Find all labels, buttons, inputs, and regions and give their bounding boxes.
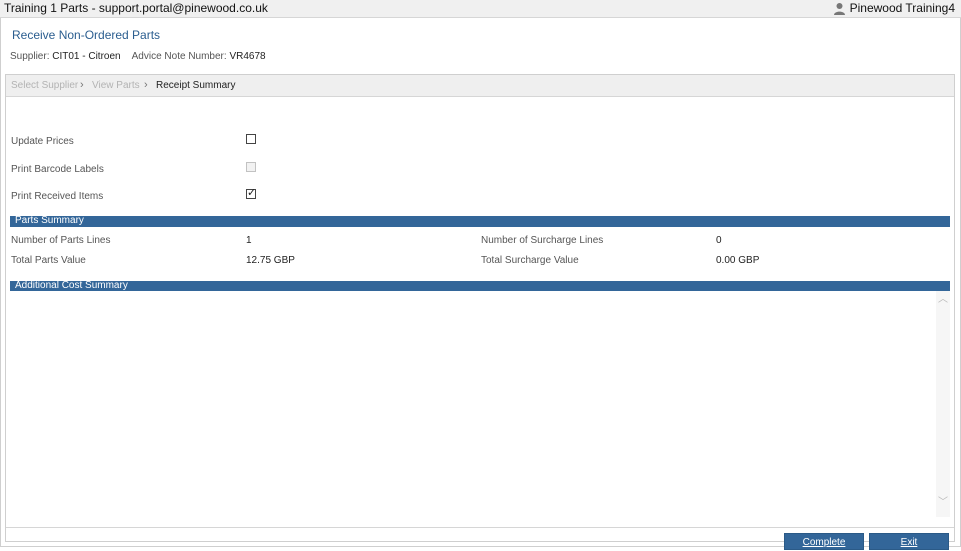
print-received-items-checkbox[interactable]: ✓ (246, 187, 257, 199)
update-prices-checkbox[interactable] (246, 134, 256, 144)
total-surcharge-value-value: 0.00 GBP (716, 255, 760, 266)
main-frame: Receive Non-Ordered Parts Supplier: CIT0… (0, 18, 961, 550)
advice-note-value: VR4678 (229, 51, 266, 62)
page-meta: Supplier: CIT01 - Citroen Advice Note Nu… (10, 51, 266, 62)
checkmark-icon: ✓ (247, 187, 257, 199)
total-surcharge-value-label: Total Surcharge Value (481, 255, 579, 266)
breadcrumb: Select Supplier › View Parts › Receipt S… (6, 75, 954, 97)
action-footer: Complete Exit (6, 527, 954, 550)
num-surcharge-lines-label: Number of Surcharge Lines (481, 235, 604, 246)
additional-cost-summary-title: Additional Cost Summary (15, 280, 128, 291)
user-name: Pinewood Training4 (849, 1, 955, 15)
window-title: Training 1 Parts - support.portal@pinewo… (4, 1, 268, 15)
additional-cost-list: ︿ ﹀ (10, 291, 950, 517)
chevron-right-icon: › (144, 79, 148, 91)
total-parts-value-label: Total Parts Value (11, 255, 86, 266)
chevron-up-icon[interactable]: ︿ (937, 294, 949, 306)
window-titlebar: Training 1 Parts - support.portal@pinewo… (0, 0, 961, 18)
total-parts-value-value: 12.75 GBP (246, 255, 295, 266)
breadcrumb-view-parts[interactable]: View Parts (92, 80, 140, 91)
parts-summary-header: Parts Summary (10, 215, 950, 227)
breadcrumb-receipt-summary: Receipt Summary (156, 80, 236, 91)
num-parts-lines-label: Number of Parts Lines (11, 235, 111, 246)
print-barcode-labels-label: Print Barcode Labels (11, 164, 104, 175)
num-surcharge-lines-value: 0 (716, 235, 722, 246)
parts-summary-title: Parts Summary (15, 215, 84, 226)
page-title: Receive Non-Ordered Parts (12, 28, 161, 42)
print-received-items-label: Print Received Items (11, 191, 104, 202)
supplier-label: Supplier: (10, 51, 50, 62)
advice-note-label: Advice Note Number: (131, 51, 227, 62)
user-menu[interactable]: Pinewood Training4 (833, 1, 955, 15)
update-prices-label: Update Prices (11, 136, 74, 147)
vertical-scrollbar[interactable]: ︿ ﹀ (936, 291, 950, 517)
breadcrumb-select-supplier[interactable]: Select Supplier (11, 80, 78, 91)
exit-button[interactable]: Exit (869, 533, 949, 550)
chevron-down-icon[interactable]: ﹀ (937, 497, 949, 509)
supplier-value: CIT01 - Citroen (52, 51, 121, 62)
num-parts-lines-value: 1 (246, 235, 252, 246)
print-barcode-labels-checkbox[interactable] (246, 162, 256, 172)
chevron-right-icon: › (80, 79, 84, 91)
content-panel: Select Supplier › View Parts › Receipt S… (5, 74, 955, 550)
user-icon (833, 2, 845, 15)
complete-button[interactable]: Complete (784, 533, 864, 550)
